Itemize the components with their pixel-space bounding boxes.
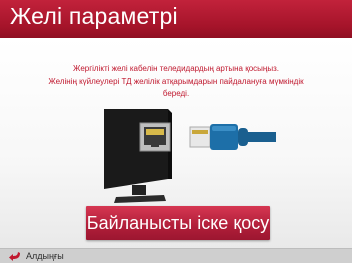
connect-button[interactable]: Байланысты іске қосу (86, 206, 270, 240)
page-title: Желі параметрі (10, 3, 178, 29)
instruction-line-3: береді. (162, 89, 190, 98)
back-arrow-icon (9, 252, 20, 261)
instruction-text: Жергілікті желі кабелін теледидардың арт… (30, 63, 322, 101)
ethernet-port-icon (139, 122, 171, 152)
back-label: Алдыңғы (26, 251, 64, 261)
instruction-line-2: Желінің күйлеулері ТД желілік атқарымдар… (48, 76, 304, 86)
title-bar: Желі параметрі (0, 0, 352, 38)
instruction-line-1: Жергілікті желі кабелін теледидардың арт… (73, 64, 279, 73)
back-button[interactable]: Алдыңғы (8, 250, 64, 262)
connection-illustration (104, 109, 276, 203)
lan-cable-icon (189, 124, 276, 150)
